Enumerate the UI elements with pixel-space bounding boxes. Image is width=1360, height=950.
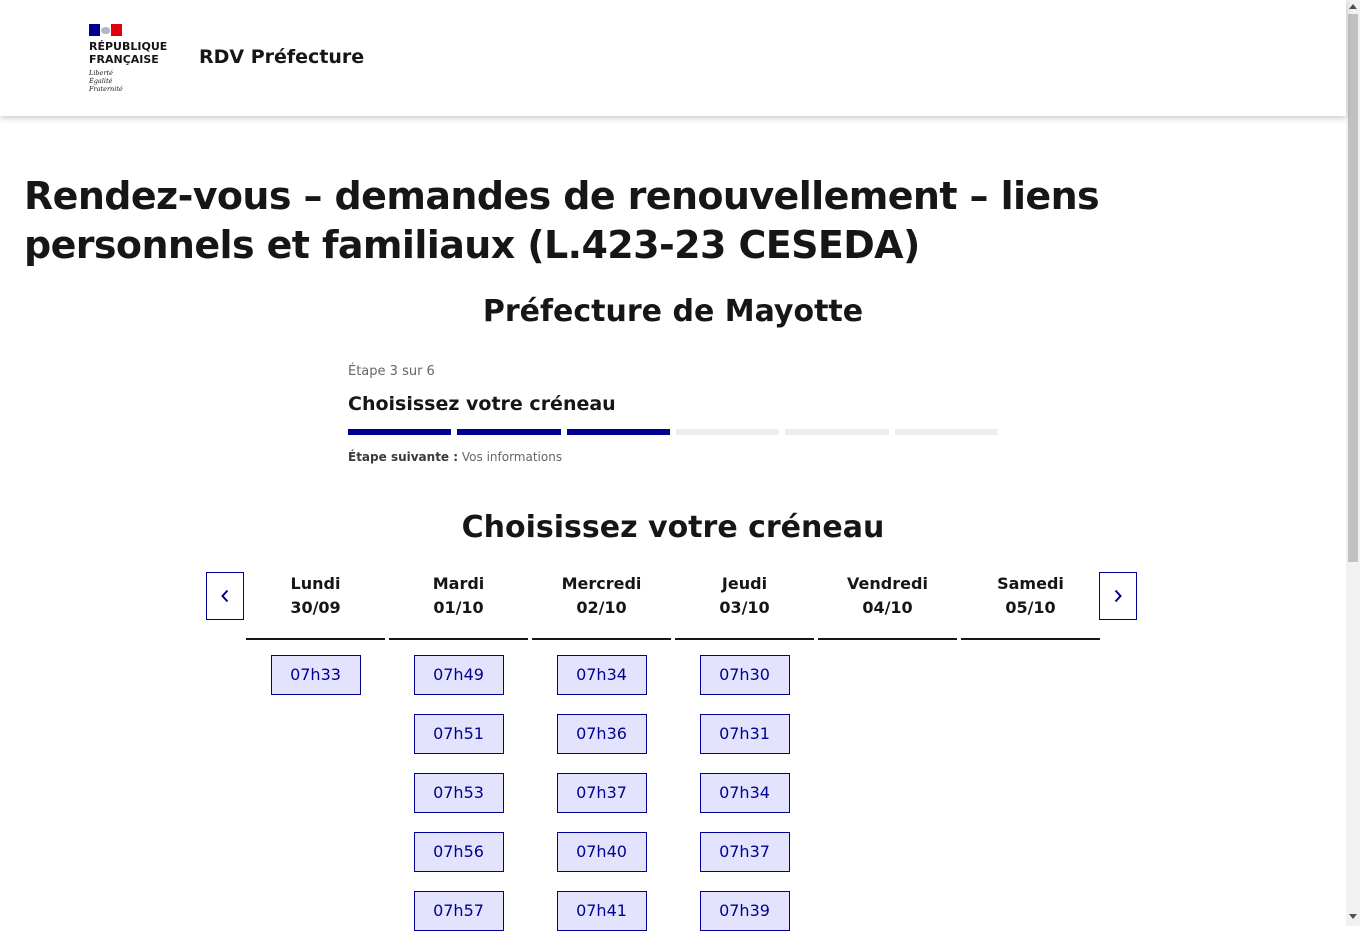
day-date: 03/10 <box>719 598 770 617</box>
day-header: Vendredi 04/10 <box>818 570 957 640</box>
logo-line-2: FRANÇAISE <box>89 53 159 66</box>
service-title[interactable]: RDV Préfecture <box>199 45 364 69</box>
slot-section-title: Choisissez votre créneau <box>461 510 885 545</box>
time-slot-button[interactable]: 07h40 <box>556 832 647 872</box>
time-slot-button[interactable]: 07h37 <box>556 773 647 813</box>
time-slot-button[interactable]: 07h49 <box>413 655 504 695</box>
time-slot-button[interactable]: 07h34 <box>699 773 790 813</box>
time-slot-button[interactable]: 07h33 <box>270 655 361 695</box>
time-slot-button[interactable]: 07h41 <box>556 891 647 931</box>
slot-list: 07h34 07h36 07h37 07h40 07h41 <box>532 655 671 931</box>
time-slot-button[interactable]: 07h56 <box>413 832 504 872</box>
republique-francaise-logo[interactable]: RÉPUBLIQUE FRANÇAISE Liberté Égalité Fra… <box>89 24 179 96</box>
time-slot-button[interactable]: 07h36 <box>556 714 647 754</box>
motto-liberte: Liberté <box>89 69 113 77</box>
previous-days-button[interactable] <box>206 572 244 620</box>
step-bar-5 <box>785 429 889 435</box>
logo-text: RÉPUBLIQUE FRANÇAISE <box>89 40 167 66</box>
step-bar-4 <box>675 429 780 435</box>
day-name: Mercredi <box>561 574 642 593</box>
logo-motto: Liberté Égalité Fraternité <box>89 69 123 93</box>
day-name: Lundi <box>290 574 341 593</box>
prefecture-title: Préfecture de Mayotte <box>482 294 864 329</box>
day-date: 02/10 <box>576 598 627 617</box>
chevron-right-icon <box>1114 589 1122 603</box>
day-date: 30/09 <box>290 598 341 617</box>
time-slot-button[interactable]: 07h30 <box>699 655 790 695</box>
step-next-label: Étape suivante : <box>348 450 459 464</box>
time-slot-button[interactable]: 07h51 <box>413 714 504 754</box>
step-progress-bar <box>348 429 998 435</box>
scroll-thumb[interactable] <box>1348 14 1358 562</box>
day-date: 01/10 <box>433 598 484 617</box>
time-slot-button[interactable]: 07h57 <box>413 891 504 931</box>
site-header: RÉPUBLIQUE FRANÇAISE Liberté Égalité Fra… <box>0 0 1346 116</box>
day-date: 05/10 <box>1005 598 1056 617</box>
time-slot-button[interactable]: 07h37 <box>699 832 790 872</box>
page-title: Rendez-vous – demandes de renouvellement… <box>24 174 1100 267</box>
day-column: Mardi 01/10 07h49 07h51 07h53 07h56 07h57 <box>389 570 528 950</box>
day-header: Jeudi 03/10 <box>675 570 814 640</box>
step-next: Étape suivante : Vos informations <box>348 448 562 466</box>
day-column: Vendredi 04/10 <box>818 570 957 655</box>
day-name: Samedi <box>997 574 1064 593</box>
day-header: Samedi 05/10 <box>961 570 1100 640</box>
day-column: Mercredi 02/10 07h34 07h36 07h37 07h40 07h41 <box>532 570 671 950</box>
day-name: Jeudi <box>721 574 768 593</box>
marianne-flag-icon <box>89 24 122 36</box>
day-column: Jeudi 03/10 07h30 07h31 07h34 07h37 07h39 <box>675 570 814 950</box>
time-slot-button[interactable]: 07h53 <box>413 773 504 813</box>
slot-list: 07h30 07h31 07h34 07h37 07h39 <box>675 655 814 931</box>
day-column: Lundi 30/09 07h33 <box>246 570 385 714</box>
page-scrollbar[interactable] <box>1346 0 1360 926</box>
time-slot-button[interactable]: 07h34 <box>556 655 647 695</box>
chevron-left-icon <box>221 589 229 603</box>
scroll-down-arrow-icon[interactable] <box>1349 914 1357 919</box>
step-state: Étape 3 sur 6 <box>348 364 435 379</box>
day-name: Mardi <box>432 574 485 593</box>
logo-line-1: RÉPUBLIQUE <box>89 40 168 53</box>
slot-list: 07h49 07h51 07h53 07h56 07h57 <box>389 655 528 931</box>
time-slot-button[interactable]: 07h39 <box>699 891 790 931</box>
motto-fraternite: Fraternité <box>89 85 123 93</box>
day-column: Samedi 05/10 <box>961 570 1100 655</box>
step-bar-2 <box>457 429 561 435</box>
day-header: Mercredi 02/10 <box>532 570 671 640</box>
motto-egalite: Égalité <box>89 77 113 85</box>
day-date: 04/10 <box>862 598 913 617</box>
step-bar-3 <box>566 429 670 435</box>
scroll-up-arrow-icon[interactable] <box>1349 4 1357 9</box>
time-slot-button[interactable]: 07h31 <box>699 714 790 754</box>
step-title: Choisissez votre créneau <box>348 393 616 415</box>
day-header: Lundi 30/09 <box>246 570 385 640</box>
day-header: Mardi 01/10 <box>389 570 528 640</box>
step-bar-6 <box>894 429 998 435</box>
step-bar-1 <box>348 429 452 435</box>
step-next-value: Vos informations <box>461 450 563 464</box>
day-name: Vendredi <box>847 574 928 593</box>
next-days-button[interactable] <box>1099 572 1137 620</box>
slot-list: 07h33 <box>246 655 385 695</box>
